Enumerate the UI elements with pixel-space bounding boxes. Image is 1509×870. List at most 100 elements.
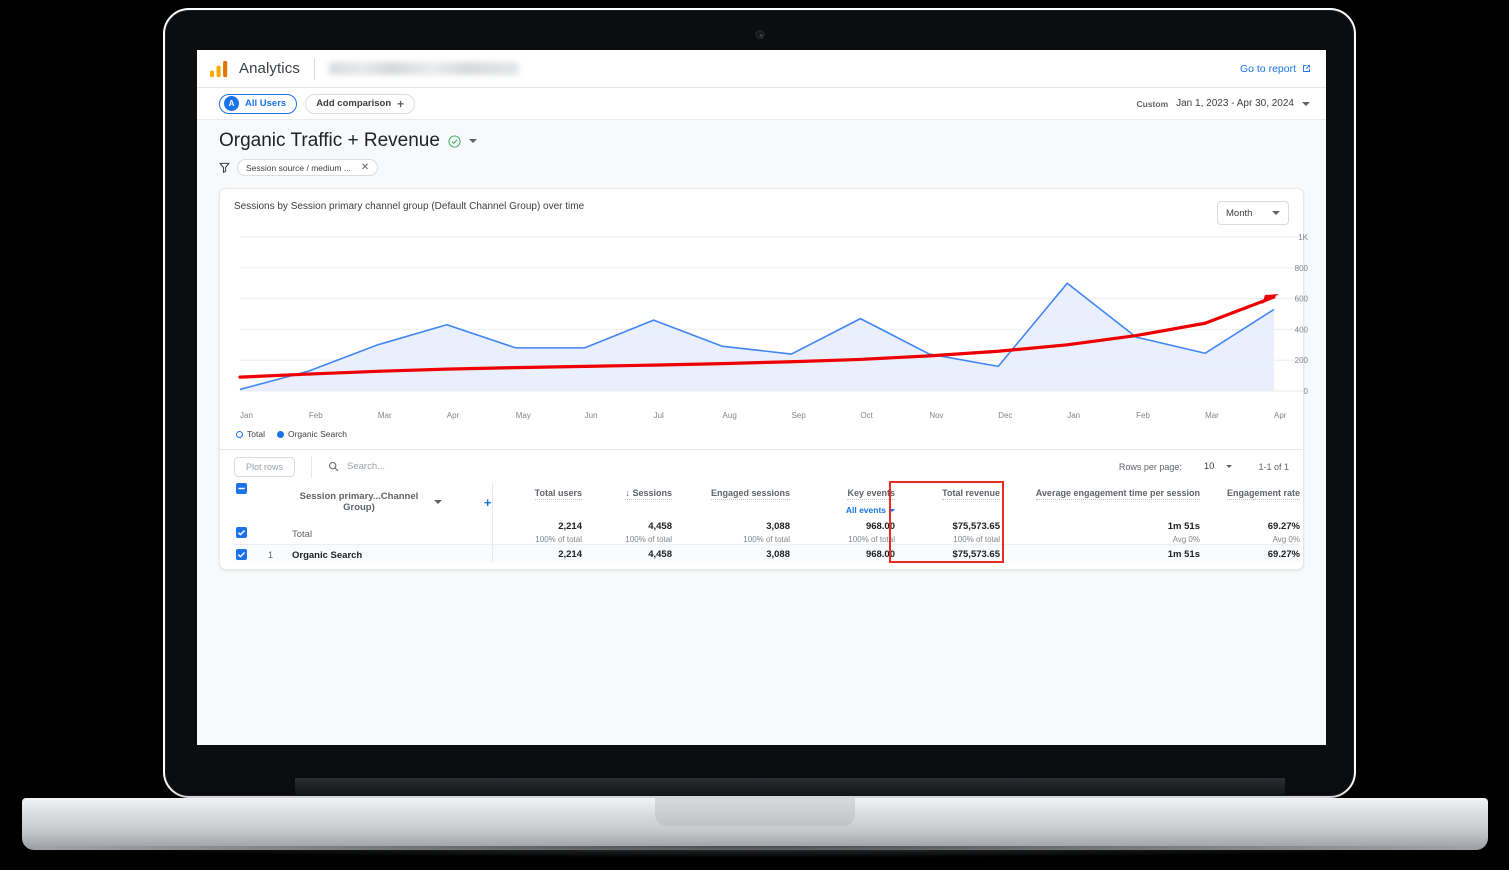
legend-item-total[interactable]: Total [236, 429, 265, 439]
row-name-cell: Organic Search [292, 544, 492, 563]
chart-title: Sessions by Session primary channel grou… [234, 201, 585, 212]
chart-area: 0 200 400 600 800 1K Jan Feb Mar Apr May Jun Jul Aug… [220, 225, 1309, 425]
key-events-subselect-label: All events [845, 505, 886, 515]
svg-text:Mar: Mar [1205, 411, 1219, 420]
laptop-lid: Analytics Go to report A All Users Add c… [163, 8, 1356, 798]
table-cell: 4,458 100% of total [582, 521, 672, 545]
row-checkbox-cell [234, 521, 268, 545]
close-icon[interactable]: ✕ [361, 162, 369, 173]
laptop-base-notch [655, 798, 855, 826]
brand-name: Analytics [239, 60, 300, 77]
legend-item-organic-search[interactable]: Organic Search [276, 429, 348, 439]
cell-subvalue: 100% of total [848, 535, 895, 544]
plot-rows-button[interactable]: Plot rows [234, 456, 296, 477]
col-header-avg-engagement-time: Average engagement time per session [1000, 483, 1200, 521]
svg-text:Apr: Apr [447, 411, 460, 420]
col-header-label[interactable]: Total users [534, 488, 582, 500]
svg-text:Jun: Jun [585, 411, 598, 420]
dimension-header-label: Session primary...Channel Group) [299, 491, 419, 513]
table-cell: 3,088 [672, 544, 790, 563]
svg-text:400: 400 [1295, 325, 1309, 334]
svg-text:Feb: Feb [1136, 411, 1150, 420]
svg-text:Feb: Feb [309, 411, 323, 420]
all-users-chip[interactable]: A All Users [219, 93, 298, 114]
col-header-label[interactable]: Engagement rate [1226, 488, 1300, 500]
all-users-label: All Users [245, 98, 287, 109]
go-to-report-link[interactable]: Go to report [1240, 63, 1312, 75]
account-name-masked [328, 62, 519, 75]
screenshot-stage: Analytics Go to report A All Users Add c… [0, 0, 1509, 870]
row-name: Organic Search [292, 550, 363, 561]
brand-block: Analytics [209, 57, 519, 80]
chevron-down-icon [1302, 101, 1310, 106]
svg-text:Nov: Nov [929, 411, 943, 420]
card-header: Sessions by Session primary channel grou… [220, 189, 1303, 225]
app-header: Analytics Go to report [197, 50, 1326, 88]
svg-text:May: May [516, 411, 531, 420]
row-checkbox[interactable] [236, 548, 247, 560]
svg-text:Jan: Jan [1067, 411, 1080, 420]
webcam-icon [755, 30, 764, 39]
rows-per-page-label: Rows per page: [1118, 461, 1182, 472]
filter-chip-label: Session source / medium ... [246, 162, 351, 173]
table-search[interactable]: Search... [311, 455, 385, 478]
brand-divider [313, 57, 315, 80]
cell-value: 968.00 [865, 548, 895, 560]
col-header-label[interactable]: Key events [847, 488, 895, 500]
cell-subvalue: Avg 0% [1172, 535, 1200, 544]
cell-value: 4,458 [648, 521, 672, 532]
table-pagination: Rows per page: 10 1-1 of 1 [1119, 461, 1289, 472]
table-region: Session primary...Channel Group) + Total… [220, 481, 1303, 569]
session-source-filter-chip[interactable]: Session source / medium ... ✕ [237, 159, 379, 176]
table-row-total: Total 2,214 100% of total 4,458 100% of tota… [234, 521, 1300, 545]
date-range-picker[interactable]: Custom Jan 1, 2023 - Apr 30, 2024 [1136, 98, 1310, 109]
rows-per-page-value[interactable]: 10 [1204, 461, 1215, 472]
table-body: Total 2,214 100% of total 4,458 100% of tota… [234, 521, 1300, 563]
date-range-value: Jan 1, 2023 - Apr 30, 2024 [1176, 98, 1294, 109]
report-menu-chevron-icon[interactable] [468, 139, 477, 143]
page-title: Organic Traffic + Revenue [219, 130, 440, 151]
table-cell: 3,088 100% of total [672, 521, 790, 545]
dimension-header-cell: Session primary...Channel Group) + [292, 483, 492, 521]
col-header-engagement-rate: Engagement rate [1200, 483, 1300, 521]
col-header-label[interactable]: Total revenue [942, 488, 1000, 500]
cell-subvalue: 100% of total [743, 535, 790, 544]
table-cell: 968.00 100% of total [790, 521, 895, 545]
filter-funnel-icon [219, 162, 230, 173]
row-checkbox[interactable] [236, 527, 247, 538]
search-icon [329, 461, 339, 472]
key-events-subselect[interactable]: All events [790, 505, 895, 515]
search-input[interactable]: Search... [347, 461, 385, 472]
plot-rows-label: Plot rows [246, 461, 284, 472]
chevron-down-icon[interactable] [433, 500, 442, 504]
row-checkbox-cell [234, 544, 268, 563]
legend-label: Organic Search [287, 429, 348, 439]
report-card: Sessions by Session primary channel grou… [219, 188, 1309, 570]
row-index: 1 [268, 550, 274, 560]
legend-label: Total [247, 429, 265, 439]
table-cell: 69.27% [1200, 544, 1300, 563]
col-header-label[interactable]: ↓ Sessions [625, 488, 672, 500]
select-all-cell [234, 483, 268, 521]
external-link-icon [1303, 65, 1310, 72]
sessions-over-time-chart[interactable]: 0 200 400 600 800 1K [234, 231, 1309, 411]
add-dimension-icon[interactable]: + [484, 496, 492, 509]
row-index-cell [268, 521, 292, 545]
svg-text:200: 200 [1295, 356, 1309, 365]
table-row[interactable]: 1 Organic Search 2,214 4,458 3,088 968.00 $75,… [234, 544, 1300, 563]
cell-value: 968.00 [865, 521, 895, 532]
select-all-checkbox[interactable] [236, 483, 247, 494]
granularity-select[interactable]: Month [1217, 201, 1289, 225]
col-header-label[interactable]: Average engagement time per session [1035, 488, 1200, 500]
table-cell: $75,573.65 100% of total [895, 521, 1000, 545]
add-comparison-chip[interactable]: Add comparison + [305, 93, 416, 114]
report-table: Session primary...Channel Group) + Total… [234, 483, 1300, 563]
col-header-label[interactable]: Engaged sessions [710, 488, 790, 500]
cell-value: 1m 51s [1167, 548, 1200, 560]
go-to-report-label: Go to report [1239, 62, 1296, 75]
cell-value: 1m 51s [1167, 521, 1200, 532]
cell-value: 69.27% [1267, 548, 1300, 560]
chevron-down-icon[interactable] [1226, 465, 1233, 468]
saved-check-icon[interactable] [448, 134, 461, 148]
dimension-header[interactable]: Session primary...Channel Group) + [292, 483, 492, 521]
